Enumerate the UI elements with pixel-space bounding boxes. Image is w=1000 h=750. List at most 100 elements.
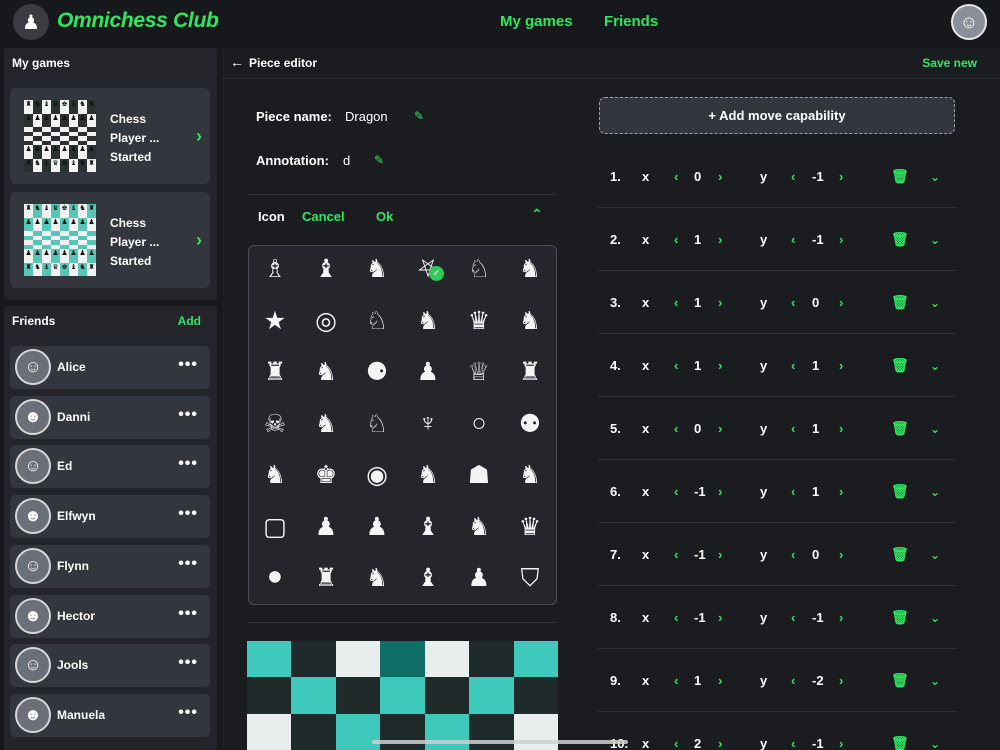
y-decrement-chevron-left-icon[interactable]: ‹: [791, 271, 795, 334]
board-square[interactable]: [380, 641, 425, 678]
x-decrement-chevron-left-icon[interactable]: ‹: [674, 460, 678, 523]
piece-option-icon[interactable]: ♆: [413, 409, 443, 439]
board-square[interactable]: [247, 677, 292, 714]
board-square[interactable]: [513, 641, 558, 678]
delete-trash-icon[interactable]: 🗑: [891, 586, 909, 649]
board-square[interactable]: [513, 713, 558, 750]
piece-option-icon[interactable]: ♝: [413, 512, 443, 542]
chevron-down-icon[interactable]: ⌄: [930, 649, 940, 712]
x-decrement-chevron-left-icon[interactable]: ‹: [674, 397, 678, 460]
game-card[interactable]: ♜ ♞ ♝ ♛ ♚ ♝ ♞ ♜ ♟ ♟ ♟ ♟ ♟ ♟ ♟ ♟ ♟ ♟ ♟ ♟ ♟ ♟ ♟ ♟ ♜ ♞ ♝ ♛ ♚ ♝ ♞ ♜ Chess P…: [10, 88, 210, 184]
friend-item[interactable]: ☻ Hector •••: [10, 594, 210, 638]
board-square[interactable]: [247, 713, 292, 750]
piece-option-icon[interactable]: ♞: [515, 460, 545, 490]
delete-trash-icon[interactable]: 🗑: [891, 334, 909, 397]
chevron-down-icon[interactable]: ⌄: [930, 586, 940, 649]
piece-option-icon[interactable]: ▢: [260, 512, 290, 542]
chevron-up-icon[interactable]: ⌃: [531, 206, 543, 223]
more-options-icon[interactable]: •••: [178, 605, 198, 623]
piece-option-icon[interactable]: ♟: [413, 357, 443, 387]
y-decrement-chevron-left-icon[interactable]: ‹: [791, 649, 795, 712]
nav-my-games[interactable]: My games: [500, 13, 573, 30]
x-increment-chevron-right-icon[interactable]: ›: [718, 397, 722, 460]
chevron-down-icon[interactable]: ⌄: [930, 145, 940, 208]
x-increment-chevron-right-icon[interactable]: ›: [718, 271, 722, 334]
x-decrement-chevron-left-icon[interactable]: ‹: [674, 586, 678, 649]
delete-trash-icon[interactable]: 🗑: [891, 460, 909, 523]
friend-item[interactable]: ☻ Manuela •••: [10, 693, 210, 737]
delete-trash-icon[interactable]: 🗑: [891, 712, 909, 750]
piece-option-icon[interactable]: ♘: [362, 409, 392, 439]
piece-option-icon[interactable]: ♞: [413, 460, 443, 490]
more-options-icon[interactable]: •••: [178, 406, 198, 424]
piece-option-icon[interactable]: ♜: [515, 357, 545, 387]
piece-option-icon[interactable]: ⛧ ✓: [413, 254, 444, 284]
board-square[interactable]: [380, 713, 425, 750]
x-decrement-chevron-left-icon[interactable]: ‹: [674, 334, 678, 397]
piece-option-icon[interactable]: ⚫: [260, 563, 290, 593]
delete-trash-icon[interactable]: 🗑: [891, 649, 909, 712]
edit-name-pencil-icon[interactable]: ✎: [414, 109, 424, 123]
board-square[interactable]: [291, 677, 336, 714]
save-new-button[interactable]: Save new: [922, 56, 977, 70]
board-square[interactable]: [335, 713, 381, 750]
friend-item[interactable]: ☺ Jools •••: [10, 644, 210, 688]
board-square[interactable]: [291, 641, 336, 678]
board-square[interactable]: [469, 677, 514, 714]
y-increment-chevron-right-icon[interactable]: ›: [839, 208, 843, 271]
piece-option-icon[interactable]: ♝: [311, 254, 341, 284]
x-increment-chevron-right-icon[interactable]: ›: [718, 712, 722, 750]
board-square[interactable]: [380, 677, 425, 714]
y-decrement-chevron-left-icon[interactable]: ‹: [791, 145, 795, 208]
piece-option-icon[interactable]: ♞: [260, 460, 290, 490]
y-increment-chevron-right-icon[interactable]: ›: [839, 334, 843, 397]
piece-option-icon[interactable]: ♞: [413, 306, 443, 336]
nav-friends[interactable]: Friends: [604, 13, 658, 30]
board-square[interactable]: [469, 641, 514, 678]
piece-option-icon[interactable]: ♝: [413, 563, 443, 593]
friend-item[interactable]: ☺ Alice •••: [10, 346, 210, 389]
chess-pieces-icon[interactable]: ♟: [13, 4, 49, 40]
game-card[interactable]: ♜ ♞ ♝ ♛ ♚ ♝ ♞ ♜ ♟ ♟ ♟ ♟ ♟ ♟ ♟ ♟ ♟ ♟ ♟ ♟ ♟ ♟ ♟ ♟ ♜ ♞ ♝ ♛ ♚ ♝ ♞ ♜ Chess P…: [10, 192, 210, 288]
piece-option-icon[interactable]: ♜: [311, 563, 341, 593]
piece-option-icon[interactable]: ♞: [362, 254, 392, 284]
y-decrement-chevron-left-icon[interactable]: ‹: [791, 523, 795, 586]
chevron-right-icon[interactable]: ›: [196, 126, 202, 147]
piece-option-icon[interactable]: ♞: [515, 254, 545, 284]
annotation-value[interactable]: d: [343, 153, 350, 168]
piece-option-icon[interactable]: ⚈: [362, 357, 392, 387]
x-decrement-chevron-left-icon[interactable]: ‹: [674, 712, 678, 750]
piece-option-icon[interactable]: ◎: [311, 306, 341, 336]
piece-option-icon[interactable]: ♞: [515, 306, 545, 336]
delete-trash-icon[interactable]: 🗑: [891, 397, 909, 460]
edit-annotation-pencil-icon[interactable]: ✎: [374, 153, 384, 167]
board-square[interactable]: [247, 641, 292, 678]
piece-name-value[interactable]: Dragon: [345, 109, 388, 124]
icon-ok-button[interactable]: Ok: [376, 209, 393, 224]
y-increment-chevron-right-icon[interactable]: ›: [839, 397, 843, 460]
x-decrement-chevron-left-icon[interactable]: ‹: [674, 145, 678, 208]
chevron-down-icon[interactable]: ⌄: [930, 208, 940, 271]
piece-option-icon[interactable]: ♞: [311, 409, 341, 439]
y-increment-chevron-right-icon[interactable]: ›: [839, 145, 843, 208]
y-increment-chevron-right-icon[interactable]: ›: [839, 586, 843, 649]
piece-option-icon[interactable]: ♟: [362, 512, 392, 542]
board-square[interactable]: [335, 677, 381, 714]
piece-option-icon[interactable]: ♛: [515, 512, 545, 542]
more-options-icon[interactable]: •••: [178, 654, 198, 672]
board-square[interactable]: [513, 677, 558, 714]
add-friend-button[interactable]: Add: [178, 314, 201, 328]
piece-option-icon[interactable]: ⛉: [515, 563, 545, 593]
more-options-icon[interactable]: •••: [178, 356, 198, 374]
chevron-down-icon[interactable]: ⌄: [930, 712, 940, 750]
piece-option-icon[interactable]: ♘: [362, 306, 392, 336]
board-square[interactable]: [291, 713, 336, 750]
friend-item[interactable]: ☻ Danni •••: [10, 395, 210, 439]
y-increment-chevron-right-icon[interactable]: ›: [839, 712, 843, 750]
delete-trash-icon[interactable]: 🗑: [891, 145, 909, 208]
chevron-down-icon[interactable]: ⌄: [930, 334, 940, 397]
piece-option-icon[interactable]: ☠: [260, 409, 290, 439]
piece-option-icon[interactable]: ♟: [311, 512, 341, 542]
chevron-down-icon[interactable]: ⌄: [930, 271, 940, 334]
piece-option-icon[interactable]: ⚉: [515, 409, 545, 439]
